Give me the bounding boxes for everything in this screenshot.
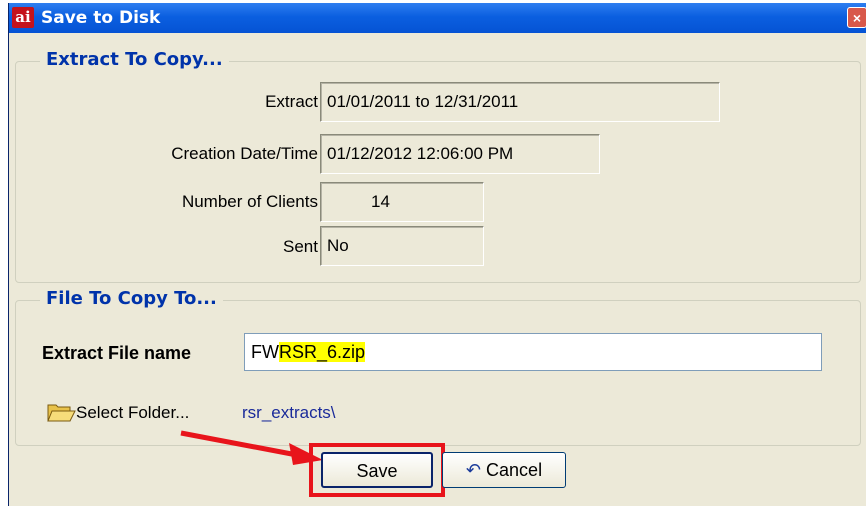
close-button[interactable]: ×: [847, 7, 866, 28]
cancel-button[interactable]: ↶ Cancel: [442, 452, 566, 488]
extract-file-name-label: Extract File name: [42, 343, 192, 363]
extract-label: Extract: [265, 92, 318, 111]
save-to-disk-dialog: ai Save to Disk × Extract To Copy... Ext…: [8, 3, 866, 506]
close-icon: ×: [852, 10, 862, 26]
file-group-legend: File To Copy To...: [40, 288, 223, 309]
file-name-highlight: RSR_6.zip: [278, 342, 366, 362]
number-of-clients-label: Number of Clients: [181, 192, 318, 211]
app-logo-icon: ai: [12, 7, 34, 28]
folder-path: rsr_extracts\: [242, 403, 336, 422]
extract-group-legend: Extract To Copy...: [40, 49, 229, 70]
save-button[interactable]: Save: [321, 452, 433, 488]
extract-to-copy-group: Extract To Copy... Extract 01/01/2011 to…: [15, 49, 861, 283]
open-folder-icon[interactable]: [46, 401, 76, 423]
creation-date-value: 01/12/2012 12:06:00 PM: [320, 134, 600, 174]
file-name-prefix: FW: [251, 342, 279, 362]
undo-icon: ↶: [465, 460, 482, 480]
extract-value: 01/01/2011 to 12/31/2011: [320, 82, 720, 122]
extract-file-name-input[interactable]: FWRSR_6.zip: [244, 333, 822, 371]
creation-date-label: Creation Date/Time: [171, 144, 318, 163]
file-to-copy-to-group: File To Copy To... Extract File name FWR…: [15, 288, 861, 446]
cancel-label: Cancel: [486, 460, 543, 480]
red-arrow-annotation: [180, 430, 323, 465]
select-folder-link[interactable]: Select Folder...: [76, 403, 189, 423]
sent-label: Sent: [283, 237, 318, 256]
sent-value: No: [320, 226, 484, 266]
dialog-title: Save to Disk: [41, 8, 161, 28]
number-of-clients-value: 14: [320, 182, 484, 222]
title-bar[interactable]: ai Save to Disk ×: [9, 3, 866, 33]
